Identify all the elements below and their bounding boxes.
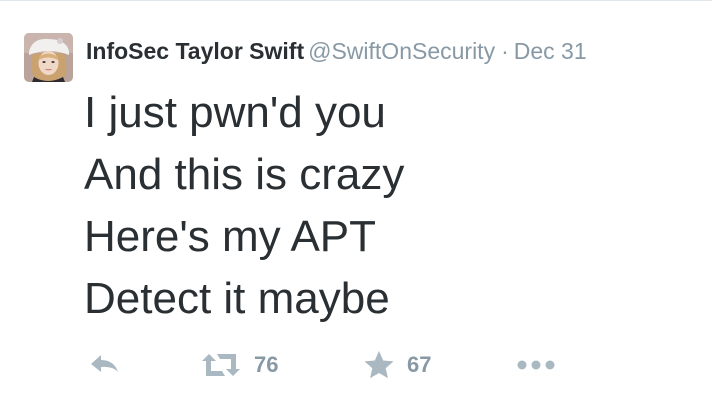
username[interactable]: @SwiftOnSecurity bbox=[308, 38, 495, 64]
retweet-button[interactable]: 76 bbox=[200, 345, 278, 385]
divider bbox=[0, 0, 712, 1]
tweet-header: InfoSec Taylor Swift @SwiftOnSecurity · Dec… bbox=[86, 36, 587, 66]
more-icon bbox=[516, 358, 556, 372]
reply-button[interactable] bbox=[88, 345, 122, 385]
tweet-text-line: Here's my APT bbox=[84, 212, 377, 261]
avatar[interactable] bbox=[24, 33, 73, 82]
favorite-icon bbox=[363, 350, 395, 380]
timestamp-link[interactable]: Dec 31 bbox=[514, 38, 587, 64]
retweet-icon bbox=[200, 351, 242, 379]
favorite-button[interactable]: 67 bbox=[363, 345, 431, 385]
tweet-text-line: I just pwn'd you bbox=[84, 88, 386, 137]
tweet-text: I just pwn'd you And this is crazy Here'… bbox=[84, 82, 404, 330]
tweet-actions: 76 67 bbox=[0, 345, 712, 385]
tweet-card: InfoSec Taylor Swift @SwiftOnSecurity · Dec… bbox=[0, 0, 712, 414]
retweet-count: 76 bbox=[254, 352, 279, 377]
header-separator: · bbox=[501, 38, 509, 64]
tweet-text-line: And this is crazy bbox=[84, 150, 405, 199]
tweet-text-line: Detect it maybe bbox=[84, 274, 390, 323]
favorite-count: 67 bbox=[407, 352, 432, 377]
reply-icon bbox=[88, 352, 122, 378]
more-button[interactable] bbox=[516, 345, 556, 385]
display-name[interactable]: InfoSec Taylor Swift bbox=[86, 38, 304, 64]
